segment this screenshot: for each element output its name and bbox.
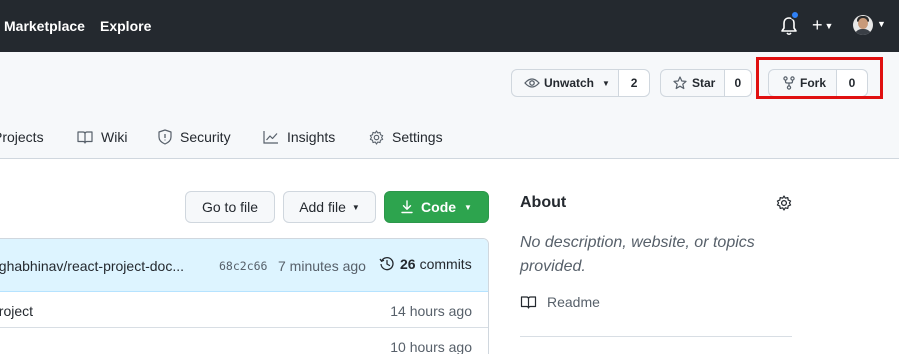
file-row[interactable]: 10 hours ago <box>0 328 488 354</box>
file-name[interactable]: project <box>0 303 33 319</box>
book-icon <box>77 131 93 144</box>
commit-message[interactable]: nghabhinav/react-project-doc... <box>0 258 184 274</box>
file-list: nghabhinav/react-project-doc... 68c2c66 … <box>0 238 489 354</box>
code-label: Code <box>421 199 457 215</box>
file-age: 10 hours ago <box>390 339 472 354</box>
tab-projects-label: Projects <box>0 129 44 145</box>
avatar <box>853 15 873 35</box>
tab-settings[interactable]: Settings <box>369 127 443 147</box>
book-icon <box>520 296 537 309</box>
download-icon <box>401 200 413 214</box>
plus-icon: + <box>812 15 823 35</box>
readme-link[interactable]: Readme <box>520 294 600 310</box>
star-label: Star <box>692 76 716 90</box>
eye-icon <box>524 78 540 88</box>
history-icon <box>379 257 394 271</box>
notification-dot <box>790 10 800 20</box>
unwatch-label: Unwatch <box>544 76 595 90</box>
star-button[interactable]: Star 0 <box>660 69 752 97</box>
gear-icon <box>369 129 384 145</box>
add-file-label: Add file <box>299 199 346 215</box>
tab-insights[interactable]: Insights <box>263 127 335 147</box>
unwatch-button[interactable]: Unwatch ▼ 2 <box>511 69 650 97</box>
tab-wiki[interactable]: Wiki <box>77 127 127 147</box>
chevron-down-icon: ▼ <box>877 19 886 29</box>
user-menu[interactable]: ▼ <box>853 15 893 37</box>
latest-commit-bar: nghabhinav/react-project-doc... 68c2c66 … <box>0 239 488 292</box>
sidebar-divider <box>520 336 792 337</box>
chevron-down-icon: ▼ <box>824 21 834 32</box>
tab-wiki-label: Wiki <box>101 129 128 145</box>
add-file-button[interactable]: Add file ▼ <box>283 191 376 223</box>
chevron-down-icon: ▼ <box>464 202 472 212</box>
file-row[interactable]: project 14 hours ago <box>0 292 488 328</box>
tab-insights-label: Insights <box>287 129 336 145</box>
about-heading: About <box>520 194 567 211</box>
tab-security[interactable]: Security <box>158 127 231 147</box>
tab-settings-label: Settings <box>392 129 443 145</box>
graph-icon <box>263 131 278 144</box>
nav-explore[interactable]: Explore <box>100 16 151 36</box>
watch-count[interactable]: 2 <box>618 70 649 96</box>
go-to-file-button[interactable]: Go to file <box>185 191 275 223</box>
gear-icon[interactable] <box>776 195 792 211</box>
tab-security-label: Security <box>180 129 231 145</box>
nav-marketplace[interactable]: Marketplace <box>4 16 85 36</box>
go-to-file-label: Go to file <box>201 199 259 215</box>
commits-link[interactable]: 26 commits <box>379 256 472 272</box>
fork-highlight-box <box>756 57 883 99</box>
create-new-menu[interactable]: + ▼ <box>812 14 833 37</box>
global-header: Marketplace Explore + ▼ ▼ <box>0 0 899 52</box>
commit-count-label: commits <box>419 256 472 272</box>
code-button[interactable]: Code ▼ <box>384 191 489 223</box>
commit-count: 26 <box>400 256 416 272</box>
commit-sha[interactable]: 68c2c66 <box>219 259 267 273</box>
about-description: No description, website, or topics provi… <box>520 234 755 275</box>
chevron-down-icon: ▼ <box>351 202 360 212</box>
star-icon <box>673 76 687 90</box>
shield-icon <box>158 129 172 145</box>
chevron-down-icon: ▼ <box>602 78 610 88</box>
tab-projects[interactable]: Projects <box>0 127 44 147</box>
readme-label: Readme <box>547 294 600 310</box>
star-count[interactable]: 0 <box>723 70 751 96</box>
commit-time: 7 minutes ago <box>278 258 366 274</box>
file-age: 14 hours ago <box>390 303 472 319</box>
